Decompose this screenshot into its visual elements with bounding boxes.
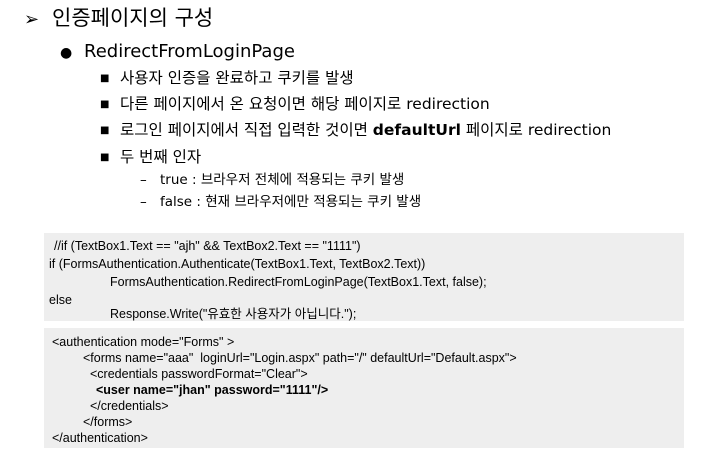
square-bullet-icon: ■: [100, 99, 110, 110]
dot-bullet-icon: ●: [60, 45, 73, 61]
square-bullet-icon: ■: [100, 73, 110, 84]
sub-bullet-item: – false : 현재 브라우저에만 적용되는 쿠키 발생: [140, 194, 422, 210]
code-line: //if (TextBox1.Text == "ajh" && TextBox2…: [54, 239, 361, 253]
arrow-bullet-icon: ➢: [24, 9, 40, 30]
sub-bullet-item: – true : 브라우저 전체에 적용되는 쿠키 발생: [140, 172, 405, 188]
bold-term: defaultUrl: [372, 121, 461, 139]
code-line: </authentication>: [52, 431, 148, 445]
heading-text: 인증페이지의 구성: [52, 6, 214, 30]
subheading: ● RedirectFromLoginPage: [60, 40, 295, 65]
code-line: FormsAuthentication.RedirectFromLoginPag…: [110, 275, 487, 289]
bullet-item: ■ 로그인 페이지에서 직접 입력한 것이면 defaultUrl 페이지로 re…: [100, 119, 611, 142]
bullet-item: ■ 사용자 인증을 완료하고 쿠키를 발생: [100, 67, 354, 90]
square-bullet-icon: ■: [100, 152, 110, 163]
code-block-csharp: //if (TextBox1.Text == "ajh" && TextBox2…: [44, 233, 684, 321]
bullet-item: ■ 다른 페이지에서 온 요청이면 해당 페이지로 redirection: [100, 93, 490, 116]
slide-heading: ➢ 인증페이지의 구성: [24, 4, 213, 34]
bold-term: redirection: [406, 95, 490, 113]
subheading-text: RedirectFromLoginPage: [84, 41, 295, 62]
bold-term: redirection: [527, 121, 612, 139]
code-block-webconfig: <authentication mode="Forms" > <forms na…: [44, 328, 684, 448]
bullet-item: ■ 두 번째 인자: [100, 146, 201, 169]
dash-bullet-icon: –: [140, 194, 147, 210]
code-line: if (FormsAuthentication.Authenticate(Tex…: [49, 257, 426, 271]
dash-bullet-icon: –: [140, 172, 147, 188]
code-line: else: [49, 293, 72, 307]
code-line: Response.Write("유효한 사용자가 아닙니다.");: [110, 307, 357, 321]
square-bullet-icon: ■: [100, 125, 110, 136]
